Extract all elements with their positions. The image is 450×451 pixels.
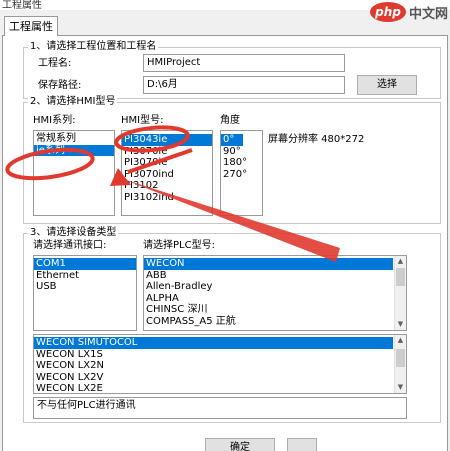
hmi-series-list[interactable]: 常规系列 ie系列 (33, 130, 115, 216)
scroll-down-icon[interactable]: ▼ (395, 319, 406, 330)
hmi-series-label: HMI系列: (33, 115, 76, 126)
cancel-button[interactable] (287, 438, 317, 451)
model-item[interactable]: PI3070ie (122, 146, 212, 158)
port-item[interactable]: Ethernet (34, 270, 136, 282)
series-item[interactable]: ie系列 (34, 144, 114, 156)
save-path-input[interactable]: D:\6月 (143, 76, 345, 94)
scroll-up-icon[interactable]: ▲ (395, 335, 406, 346)
port-list[interactable]: COM1 Ethernet USB (33, 255, 137, 331)
plc-item[interactable]: Allen-Bradley (144, 281, 406, 293)
plc-item[interactable]: ABB (144, 270, 406, 282)
plc-item[interactable]: COMPASS_A5 正航 (144, 316, 406, 328)
port-item[interactable]: USB (34, 281, 136, 293)
angle-item[interactable]: 90° (221, 146, 262, 158)
window-title: 工程属性 (2, 0, 42, 10)
scroll-down-icon[interactable]: ▼ (395, 382, 406, 393)
port-item[interactable]: COM1 (34, 258, 136, 270)
section3-legend: 3、请选择设备类型 (28, 227, 119, 239)
plc-description: 不与任何PLC进行通讯 (33, 397, 407, 419)
model-item[interactable]: PI3102 (122, 180, 212, 192)
plc-item[interactable]: CHINSC 深川 (144, 304, 406, 316)
model-item[interactable]: PI3102ind (122, 192, 212, 204)
plc-item[interactable]: ALPHA (144, 293, 406, 305)
angle-list[interactable]: 0° 90° 180° 270° (220, 130, 263, 216)
save-path-label: 保存路径: (38, 80, 82, 91)
protocol-item[interactable]: WECON LX2V (34, 372, 406, 384)
plc-label: 请选择PLC型号: (143, 240, 215, 251)
scroll-thumb[interactable] (396, 349, 405, 367)
php-logo-icon: php (369, 2, 406, 22)
model-item[interactable]: PI3070ind (122, 169, 212, 181)
watermark-logo: php 中文网 (369, 0, 448, 24)
plc-scrollbar[interactable]: ▲ ▼ (394, 256, 406, 330)
tab-project-properties[interactable]: 工程属性 (4, 16, 58, 36)
plc-item[interactable]: WECON (144, 258, 393, 270)
scroll-thumb[interactable] (396, 268, 405, 286)
protocol-scrollbar[interactable]: ▲ ▼ (394, 335, 406, 393)
section2-legend: 2、请选择HMI型号 (28, 96, 118, 108)
angle-item[interactable]: 180° (221, 157, 262, 169)
hmi-model-label: HMI型号: (121, 115, 164, 126)
project-name-label: 工程名: (38, 58, 72, 69)
port-label: 请选择通讯接口: (33, 240, 107, 251)
angle-item[interactable]: 0° (221, 134, 243, 146)
hmi-model-list[interactable]: PI3043ie PI3070ie PI3070ie PI3070ind PI3… (121, 130, 213, 216)
protocol-item[interactable]: WECON SIMUTOCOL (34, 337, 393, 349)
resolution-text: 屏幕分辨率 480*272 (268, 134, 365, 145)
protocol-item[interactable]: WECON LX2E (34, 383, 406, 393)
model-item[interactable]: PI3043ie (122, 134, 212, 146)
section1-legend: 1、请选择工程位置和工程名 (28, 41, 159, 53)
browse-button[interactable]: 选择 (357, 75, 417, 95)
protocol-item[interactable]: WECON LX2N (34, 360, 406, 372)
angle-label: 角度 (220, 115, 240, 126)
project-name-input[interactable]: HMIProject (143, 54, 345, 72)
ok-button[interactable]: 确定 (205, 438, 275, 451)
protocol-item[interactable]: WECON LX1S (34, 349, 406, 361)
angle-item[interactable]: 270° (221, 169, 262, 181)
tab-label: 工程属性 (9, 20, 53, 33)
series-item[interactable]: 常规系列 (34, 133, 114, 145)
scroll-up-icon[interactable]: ▲ (395, 256, 406, 267)
watermark-text: 中文网 (408, 6, 448, 22)
model-item[interactable]: PI3070ie (122, 157, 212, 169)
protocol-list[interactable]: WECON SIMUTOCOL WECON LX1S WECON LX2N WE… (33, 334, 407, 394)
plc-list[interactable]: WECON ABB Allen-Bradley ALPHA CHINSC 深川 … (143, 255, 407, 331)
